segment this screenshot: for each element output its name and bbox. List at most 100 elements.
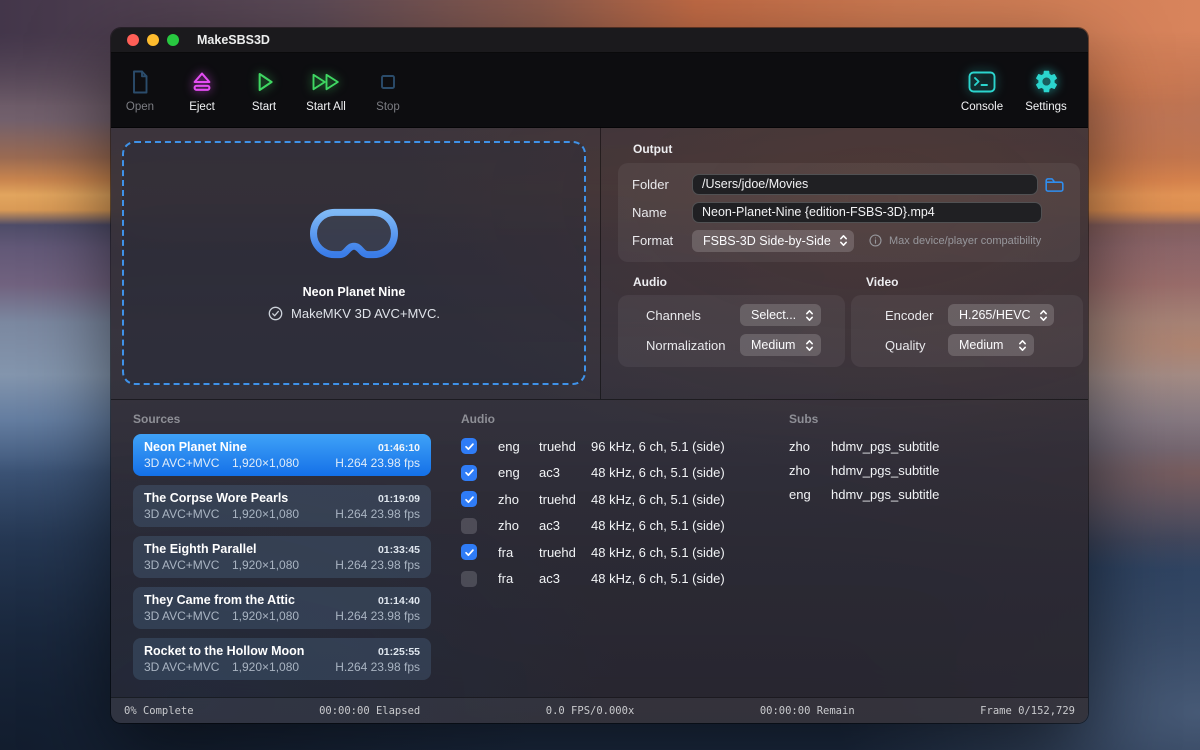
normalization-label: Normalization [646, 338, 740, 353]
encoder-label: Encoder [885, 308, 948, 323]
eject-icon [189, 68, 215, 96]
browse-folder-button[interactable] [1042, 174, 1066, 195]
audio-track-checkbox[interactable] [461, 438, 477, 454]
settings-pane: Output Folder /Users/jdoe/Movies Name [601, 128, 1088, 399]
status-bar: 0% Complete 00:00:00 Elapsed 0.0 FPS/0.0… [111, 697, 1088, 723]
terminal-icon [968, 68, 996, 96]
sub-track-row: eng hdmv_pgs_subtitle [789, 482, 1088, 506]
audio-track-row: fra ac3 48 kHz, 6 ch, 5.1 (side) [461, 566, 774, 593]
quality-row: Quality Medium [861, 334, 1073, 356]
format-select-value: FSBS-3D Side-by-Side [703, 234, 831, 248]
play-all-icon [310, 68, 342, 96]
name-field[interactable]: Neon-Planet-Nine {edition-FSBS-3D}.mp4 [692, 202, 1042, 223]
status-complete: 0% Complete [124, 705, 194, 717]
document-icon [128, 68, 152, 96]
audio-track-checkbox[interactable] [461, 544, 477, 560]
sub-track-lang: zho [789, 439, 831, 454]
audio-track-checkbox[interactable] [461, 465, 477, 481]
source-row[interactable]: Neon Planet Nine01:46:10 3D AVC+MVC1,920… [133, 434, 431, 476]
folder-row: Folder /Users/jdoe/Movies [632, 174, 1066, 195]
audio-track-codec: truehd [539, 545, 591, 560]
encoder-row: Encoder H.265/HEVC [861, 304, 1073, 326]
info-icon [869, 234, 882, 247]
start-button[interactable]: Start [239, 68, 289, 113]
source-codec: H.264 23.98 fps [335, 456, 420, 470]
top-section: Neon Planet Nine MakeMKV 3D AVC+MVC. Out… [111, 128, 1088, 400]
source-title: Neon Planet Nine [144, 440, 247, 454]
settings-button[interactable]: Settings [1019, 68, 1073, 113]
audio-panel: Channels Select... Normalization Medium [618, 295, 845, 367]
format-hint: Max device/player compatibility [869, 234, 1041, 247]
source-codec: H.264 23.98 fps [335, 660, 420, 674]
source-resolution: 1,920×1,080 [232, 609, 299, 623]
chevron-up-down-icon [805, 338, 814, 353]
settings-label: Settings [1025, 101, 1067, 113]
audio-section-title: Audio [633, 275, 845, 289]
audio-track-details: 48 kHz, 6 ch, 5.1 (side) [591, 492, 725, 507]
quality-label: Quality [885, 338, 948, 353]
status-frame: Frame 0/152,729 [980, 705, 1075, 717]
start-all-button[interactable]: Start All [301, 68, 351, 113]
traffic-lights [127, 34, 179, 46]
channels-select-value: Select... [751, 308, 796, 322]
video-section-title: Video [866, 275, 1083, 289]
status-elapsed: 00:00:00 Elapsed [319, 705, 420, 717]
normalization-row: Normalization Medium [628, 334, 835, 356]
name-row: Name Neon-Planet-Nine {edition-FSBS-3D}.… [632, 202, 1066, 223]
open-button[interactable]: Open [115, 68, 165, 113]
audio-track-lang: fra [498, 571, 539, 586]
audio-track-codec: ac3 [539, 465, 591, 480]
normalization-select-value: Medium [751, 338, 795, 352]
audio-track-row: eng ac3 48 kHz, 6 ch, 5.1 (side) [461, 460, 774, 487]
audio-track-lang: fra [498, 545, 539, 560]
source-format: 3D AVC+MVC [144, 507, 232, 521]
audio-settings-col: Audio Channels Select... Normalization [618, 275, 845, 367]
audio-track-checkbox[interactable] [461, 518, 477, 534]
audio-tracks-header: Audio [461, 412, 774, 426]
format-select[interactable]: FSBS-3D Side-by-Side [692, 230, 854, 252]
normalization-select[interactable]: Medium [740, 334, 821, 356]
vr-headset-icon [310, 206, 398, 261]
quality-select[interactable]: Medium [948, 334, 1034, 356]
name-label: Name [632, 205, 692, 220]
audio-track-checkbox[interactable] [461, 571, 477, 587]
sub-track-codec: hdmv_pgs_subtitle [831, 463, 939, 478]
encoder-select-value: H.265/HEVC [959, 308, 1031, 322]
audio-track-checkbox[interactable] [461, 491, 477, 507]
dropzone[interactable]: Neon Planet Nine MakeMKV 3D AVC+MVC. [122, 141, 586, 385]
encoder-select[interactable]: H.265/HEVC [948, 304, 1054, 326]
titlebar[interactable]: MakeSBS3D [111, 28, 1088, 53]
output-panel: Folder /Users/jdoe/Movies Name Neon-Plan… [618, 163, 1080, 262]
source-row[interactable]: The Eighth Parallel01:33:45 3D AVC+MVC1,… [133, 536, 431, 578]
start-all-label: Start All [306, 101, 346, 113]
source-duration: 01:19:09 [378, 493, 420, 505]
subs-header: Subs [789, 412, 1088, 426]
source-row[interactable]: They Came from the Attic01:14:40 3D AVC+… [133, 587, 431, 629]
folder-field[interactable]: /Users/jdoe/Movies [692, 174, 1038, 195]
minimize-button[interactable] [147, 34, 159, 46]
console-button[interactable]: Console [955, 68, 1009, 113]
stop-button[interactable]: Stop [363, 68, 413, 113]
format-label: Format [632, 233, 692, 248]
close-button[interactable] [127, 34, 139, 46]
dropzone-pane: Neon Planet Nine MakeMKV 3D AVC+MVC. [111, 128, 601, 399]
sub-track-codec: hdmv_pgs_subtitle [831, 487, 939, 502]
chevron-up-down-icon [1039, 308, 1048, 323]
dropzone-status-row: MakeMKV 3D AVC+MVC. [268, 306, 440, 321]
channels-select[interactable]: Select... [740, 304, 821, 326]
source-codec: H.264 23.98 fps [335, 609, 420, 623]
zoom-button[interactable] [167, 34, 179, 46]
open-label: Open [126, 101, 154, 113]
source-row[interactable]: The Corpse Wore Pearls01:19:09 3D AVC+MV… [133, 485, 431, 527]
source-duration: 01:14:40 [378, 595, 420, 607]
audio-track-codec: ac3 [539, 571, 591, 586]
source-resolution: 1,920×1,080 [232, 507, 299, 521]
console-label: Console [961, 101, 1003, 113]
source-format: 3D AVC+MVC [144, 558, 232, 572]
format-hint-text: Max device/player compatibility [889, 235, 1041, 247]
sub-track-lang: eng [789, 487, 831, 502]
gear-icon [1033, 68, 1060, 96]
source-row[interactable]: Rocket to the Hollow Moon01:25:55 3D AVC… [133, 638, 431, 680]
eject-button[interactable]: Eject [177, 68, 227, 113]
audio-track-row: eng truehd 96 kHz, 6 ch, 5.1 (side) [461, 433, 774, 460]
